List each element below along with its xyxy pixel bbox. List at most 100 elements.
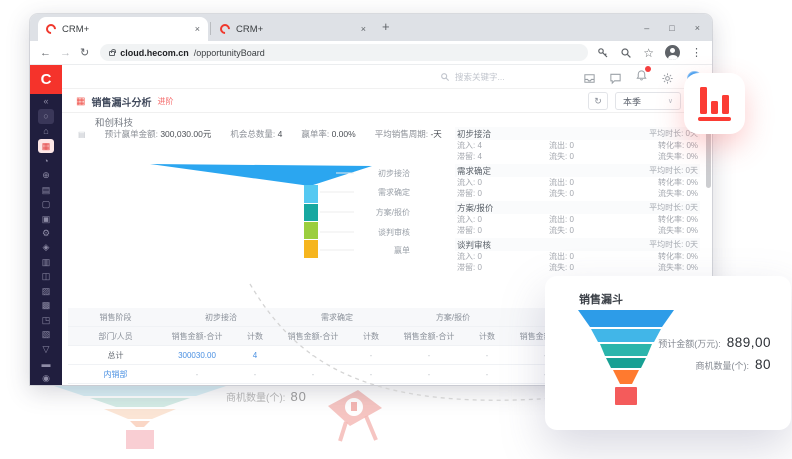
sidebar-item[interactable]: ▤ bbox=[38, 183, 54, 196]
funnel-page-icon: ▦ bbox=[76, 96, 85, 107]
table-subheader: 计数 bbox=[463, 327, 511, 346]
window-close-button[interactable]: × bbox=[695, 23, 700, 33]
tab-divider bbox=[210, 22, 211, 35]
sidebar-item[interactable]: ◳ bbox=[38, 314, 54, 327]
sidebar-item[interactable]: ▥ bbox=[38, 256, 54, 269]
sidebar-collapse-icon[interactable]: « bbox=[38, 95, 54, 108]
table-group-header: 初步接洽 bbox=[163, 308, 279, 327]
table-subheader: 部门/人员 bbox=[68, 327, 163, 346]
message-icon[interactable] bbox=[609, 72, 622, 85]
browser-tab-inactive[interactable]: CRM+ × bbox=[212, 17, 374, 41]
table-cell: - bbox=[163, 365, 231, 384]
funnel-stage-5 bbox=[304, 240, 318, 258]
period-select[interactable]: 本季 ∨ bbox=[615, 92, 681, 110]
stage-metric-block: 初步接洽平均时长: 0天 流入: 4流出: 0转化率: 0% 滞留: 4流失: … bbox=[455, 127, 700, 162]
company-name: 和创科技 bbox=[95, 115, 133, 129]
window-maximize-button[interactable]: □ bbox=[669, 23, 674, 33]
table-subheader: 销售金额-合计 bbox=[163, 327, 231, 346]
table-group-header: 方案/报价 bbox=[395, 308, 511, 327]
page-title-bar: ▦ 销售漏斗分析 进阶 ↻ 本季 ∨ bbox=[62, 89, 712, 113]
notification-bell-icon[interactable] bbox=[635, 69, 648, 87]
sidebar-item[interactable]: ▨ bbox=[38, 285, 54, 298]
tab-strip: CRM+ × CRM+ × + – □ × bbox=[30, 14, 712, 41]
table-cell: - bbox=[395, 346, 463, 365]
card-title: 销售漏斗 bbox=[579, 291, 623, 307]
funnel-label: 初步接洽 bbox=[362, 168, 410, 179]
notification-badge bbox=[645, 66, 651, 72]
search-icon bbox=[440, 72, 450, 82]
url-field[interactable]: cloud.hecom.cn/opportunityBoard bbox=[100, 44, 588, 61]
table-cell: - bbox=[279, 365, 347, 384]
funnel-chart bbox=[148, 157, 388, 277]
table-subheader: 销售金额-合计 bbox=[395, 327, 463, 346]
table-cell-count-link[interactable]: 4 bbox=[231, 346, 279, 365]
table-subheader: 计数 bbox=[347, 327, 395, 346]
page-badge: 进阶 bbox=[157, 96, 173, 107]
crm-favicon bbox=[44, 22, 58, 36]
sidebar-item[interactable]: ◈ bbox=[38, 241, 54, 254]
profile-avatar-icon[interactable] bbox=[665, 45, 680, 60]
bookmark-star-icon[interactable]: ☆ bbox=[643, 46, 654, 60]
tab-close-icon[interactable]: × bbox=[361, 24, 366, 34]
address-bar: ← → ↻ cloud.hecom.cn/opportunityBoard ☆ … bbox=[30, 41, 712, 65]
forward-button[interactable]: → bbox=[60, 47, 71, 59]
sidebar-item[interactable]: ▣ bbox=[38, 212, 54, 225]
global-search-input[interactable]: 搜索关键字... bbox=[440, 71, 505, 83]
app-sidebar: C « ○ ⌂ ▦ ◔ ⊕ ▤ ▢ ▣ ⚙ ◈ ▥ ◫ ▨ ▩ ◳ ▧ ▽ ▬ bbox=[30, 65, 62, 385]
page-title: 销售漏斗分析 bbox=[91, 94, 151, 109]
zoom-icon[interactable] bbox=[620, 47, 632, 59]
gear-icon[interactable] bbox=[661, 72, 674, 85]
reload-button[interactable]: ↻ bbox=[80, 46, 89, 59]
sidebar-item[interactable]: ▩ bbox=[38, 299, 54, 312]
table-cell: - bbox=[463, 346, 511, 365]
table-row-name-link[interactable]: 内销部 bbox=[68, 365, 163, 384]
sidebar-item[interactable]: ▧ bbox=[38, 328, 54, 341]
faded-funnel-graphic bbox=[40, 378, 240, 450]
table-subheader: 计数 bbox=[231, 327, 279, 346]
sidebar-item[interactable]: ◉ bbox=[38, 371, 54, 384]
table-cell: - bbox=[463, 365, 511, 384]
table-subheader: 销售金额-合计 bbox=[279, 327, 347, 346]
sidebar-item[interactable]: ⚙ bbox=[38, 227, 54, 240]
sidebar-item[interactable]: ◔ bbox=[38, 154, 54, 167]
crm-favicon bbox=[218, 22, 232, 36]
table-corner: 销售阶段 bbox=[68, 308, 163, 327]
funnel-stage-1 bbox=[150, 164, 372, 186]
back-button[interactable]: ← bbox=[40, 47, 51, 59]
secure-lock-icon bbox=[109, 51, 115, 56]
app-header: 搜索关键字... bbox=[62, 65, 712, 89]
table-cell-amount-link[interactable]: 300030.00 bbox=[163, 346, 231, 365]
funnel-label: 谈判审核 bbox=[362, 227, 410, 238]
sales-funnel-card: 销售漏斗 预计金额(万元):889,00 商机数量(个):80 bbox=[545, 276, 791, 430]
browser-tab-active[interactable]: CRM+ × bbox=[38, 17, 208, 41]
stage-metric-block: 需求确定平均时长: 0天 流入: 0流出: 0转化率: 0% 滞留: 0流失: … bbox=[455, 164, 700, 199]
window-minimize-button[interactable]: – bbox=[644, 23, 649, 33]
browser-menu-icon[interactable]: ⋮ bbox=[691, 46, 702, 59]
sidebar-item[interactable]: ▽ bbox=[38, 343, 54, 356]
bar-chart-icon bbox=[700, 86, 729, 114]
table-row-name: 总计 bbox=[68, 346, 163, 365]
table-cell: - bbox=[347, 365, 395, 384]
chevron-down-icon: ∨ bbox=[668, 97, 673, 105]
summary-stats: ▤ 预计赢单金额: 300,030.00元 机会总数量: 4 赢单率: 0.00… bbox=[78, 128, 442, 140]
sidebar-item[interactable]: ⊕ bbox=[38, 169, 54, 182]
funnel-label: 赢单 bbox=[362, 245, 410, 256]
password-key-icon[interactable] bbox=[597, 47, 609, 59]
faded-brand-logo bbox=[316, 386, 396, 448]
new-tab-button[interactable]: + bbox=[382, 19, 390, 34]
sidebar-item[interactable]: ◫ bbox=[38, 270, 54, 283]
sidebar-funnel-analysis-icon[interactable]: ▦ bbox=[38, 139, 54, 153]
refresh-button[interactable]: ↻ bbox=[588, 92, 608, 110]
stage-metric-block: 谈判审核平均时长: 0天 流入: 0流出: 0转化率: 0% 滞留: 0流失: … bbox=[455, 238, 700, 273]
stage-metric-block: 方案/报价平均时长: 0天 流入: 0流出: 0转化率: 0% 滞留: 0流失:… bbox=[455, 201, 700, 236]
funnel-stage-2 bbox=[304, 185, 318, 203]
screenshot-stage: 预计金额(万元):889,00 商机数量(个):80 CRM+ × bbox=[0, 0, 792, 459]
inbox-icon[interactable] bbox=[583, 72, 596, 85]
sidebar-item[interactable]: ▬ bbox=[38, 357, 54, 370]
tab-close-icon[interactable]: × bbox=[195, 24, 200, 34]
funnel-stage-3 bbox=[304, 204, 318, 221]
sidebar-search-icon[interactable]: ○ bbox=[38, 109, 54, 123]
table-cell: - bbox=[231, 365, 279, 384]
sidebar-home-icon[interactable]: ⌂ bbox=[38, 125, 54, 138]
sidebar-item[interactable]: ▢ bbox=[38, 198, 54, 211]
